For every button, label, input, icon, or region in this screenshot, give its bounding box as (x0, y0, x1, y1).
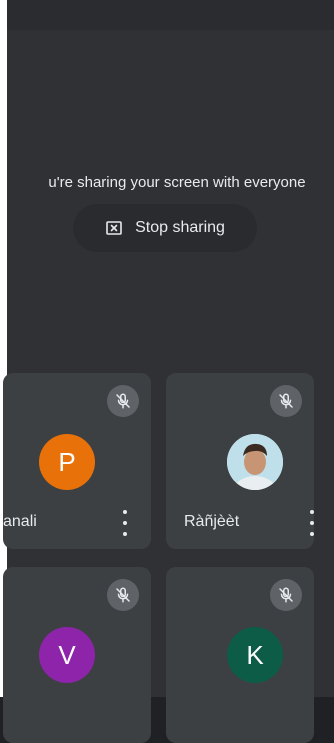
stop-sharing-label: Stop sharing (135, 219, 225, 236)
more-vert-icon[interactable] (121, 510, 129, 536)
participant-tile[interactable]: K (166, 567, 314, 743)
top-bar (7, 0, 334, 30)
avatar: P (39, 434, 95, 490)
avatar-photo (227, 434, 283, 490)
avatar-initial: K (246, 639, 264, 670)
avatar-initial: P (58, 446, 76, 477)
avatar: K (227, 627, 283, 683)
mic-off-icon (107, 579, 139, 611)
close-box-icon (105, 219, 123, 237)
mic-off-icon (270, 579, 302, 611)
more-vert-icon[interactable] (308, 510, 314, 536)
meeting-stage: u're sharing your screen with everyone S… (3, 30, 334, 743)
avatar-initial: V (58, 639, 76, 670)
participant-name: anali (3, 513, 37, 530)
participant-tile[interactable]: P anali (3, 373, 151, 549)
stop-sharing-button[interactable]: Stop sharing (73, 204, 257, 252)
participant-tile[interactable]: V (3, 567, 151, 743)
screen-share-message: u're sharing your screen with everyone (48, 174, 306, 191)
mic-off-icon (270, 385, 302, 417)
participant-name: Ràñjèèt (184, 513, 240, 530)
participant-tile[interactable]: Ràñjèèt (166, 373, 314, 549)
mic-off-icon (107, 385, 139, 417)
avatar: V (39, 627, 95, 683)
